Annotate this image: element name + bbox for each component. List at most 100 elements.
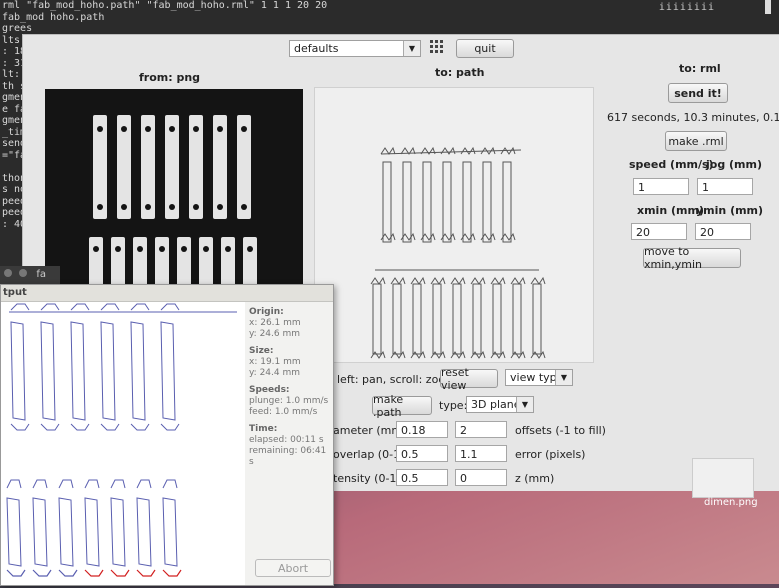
jog-input[interactable]: 1 [697,178,753,195]
cut-path [160,423,180,431]
toolpath-squiggle [410,276,426,285]
job-info: Origin: x: 26.1 mm y: 24.6 mm Size: x: 1… [249,307,333,468]
chevron-down-icon: ▼ [516,397,533,412]
pad-hole [193,126,199,132]
toolpath-outline [382,161,392,243]
png-image [89,115,257,305]
origin-heading: Origin: [249,307,284,317]
output-window: tput Origin: x: 26.1 mm y: 24.6 mm Size:… [0,284,334,586]
z-input[interactable]: 0 [455,469,507,486]
pad-hole [93,246,99,252]
defaults-select[interactable]: defaults ▼ [289,40,421,57]
circle-icon [4,269,12,277]
speed-input[interactable]: 1 [633,178,689,195]
cut-path [84,497,100,567]
pad-hole [145,204,151,210]
image-file-icon[interactable] [692,458,754,498]
pad-hole [169,126,175,132]
cut-path [110,497,126,567]
error-input[interactable]: 1.1 [455,445,507,462]
toolpath-outline [462,161,472,243]
view-type-select[interactable]: view type ▼ [505,369,573,386]
png-preview[interactable] [45,89,303,305]
cut-path [130,303,150,311]
cut-path [70,321,86,421]
pad-hole [169,204,175,210]
cut-path [110,569,130,577]
toolpath-squiggle [370,276,386,285]
offsets-input[interactable]: 2 [455,421,507,438]
toolpath-outline [452,283,462,355]
chevron-down-icon: ▼ [403,41,420,56]
quit-button[interactable]: quit [456,39,514,58]
toolpath-drawing [370,146,546,359]
pad-hole [97,126,103,132]
toolpath-outline [442,161,452,243]
cut-path [40,423,60,431]
overlap-input[interactable]: 0.5 [396,445,448,462]
toolpath-squiggle [490,276,506,285]
path-preview[interactable] [314,87,594,363]
offsets-label: offsets (-1 to fill) [515,424,606,437]
ymin-input[interactable]: 20 [695,223,751,240]
cut-path [100,303,120,311]
background-tab-label: fa [36,269,47,280]
cut-path [6,497,22,567]
toolpath-squiggle [500,146,516,155]
reset-view-button[interactable]: reset view [440,366,498,392]
circle-icon [19,269,28,277]
cut-path [160,303,180,311]
cut-path [10,303,30,311]
abort-button[interactable]: Abort [255,559,331,577]
origin-y: y: 24.6 mm [249,329,300,339]
speeds-heading: Speeds: [249,385,290,395]
toolpath-outline [392,283,402,355]
cut-path [58,569,78,577]
toolpath-squiggle [430,276,446,285]
pad-hole [121,204,127,210]
to-path-label: to: path [435,66,485,79]
pad-hole [159,246,165,252]
pad-hole [247,246,253,252]
path-type-select[interactable]: 3D plane ▼ [466,396,534,413]
pad-hole [193,204,199,210]
cut-path [58,497,74,567]
path-type-value: 3D plane [471,398,521,411]
pad-hole [181,246,187,252]
pad-hole [217,126,223,132]
cut-path [6,569,26,577]
pad-hole [97,204,103,210]
background-window-tab[interactable]: fa [0,266,60,284]
pad-hole [121,126,127,132]
toolpath-squiggle [530,276,546,285]
pad-hole [241,204,247,210]
output-titlebar[interactable]: tput [1,285,333,302]
cut-path [136,479,152,489]
to-rml-label: to: rml [679,62,721,75]
toolpath-outline [482,161,492,243]
chevron-down-icon: ▼ [555,370,572,385]
ymin-label: ymin (mm) [696,204,764,217]
move-to-xmin-ymin-button[interactable]: move to xmin,ymin [643,245,741,271]
cut-path [32,569,52,577]
diameter-input[interactable]: 0.18 [396,421,448,438]
make-path-button[interactable]: make .path [372,393,432,419]
error-label: error (pixels) [515,448,586,461]
xmin-input[interactable]: 20 [631,223,687,240]
xmin-label: xmin (mm) [637,204,704,217]
intensity-label: tensity (0-1) [333,472,401,485]
cut-path [130,321,146,421]
plunge-speed: plunge: 1.0 mm/s [249,396,329,406]
cut-path [100,423,120,431]
toolpath-outline [532,283,542,355]
output-title: tput [3,287,27,298]
send-it-button[interactable]: send it! [668,83,728,103]
grid-icon[interactable] [429,39,445,55]
desktop-file-label[interactable]: dimen.png [704,497,758,508]
size-x: x: 19.1 mm [249,357,301,367]
intensity-input[interactable]: 0.5 [396,469,448,486]
cut-path [40,303,60,311]
defaults-select-value: defaults [294,42,339,55]
make-rml-button[interactable]: make .rml [665,131,727,151]
cut-path [110,479,126,489]
